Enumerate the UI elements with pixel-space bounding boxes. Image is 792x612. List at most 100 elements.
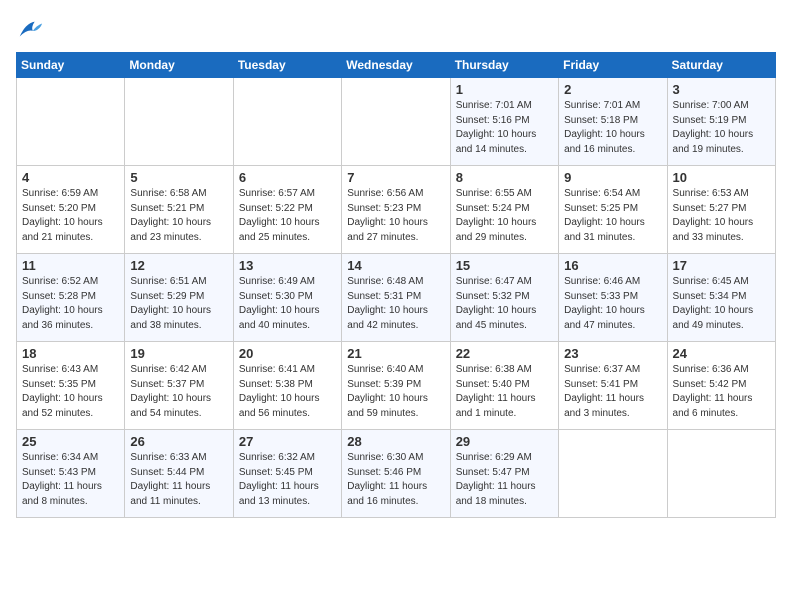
day-info: Sunrise: 6:54 AM Sunset: 5:25 PM Dayligh… — [564, 187, 661, 245]
calendar-cell: 1 Sunrise: 7:01 AM Sunset: 5:16 PM Daylig… — [450, 78, 558, 166]
weekday-header: Monday — [125, 53, 233, 78]
day-number: 19 — [130, 346, 227, 361]
day-number: 15 — [456, 258, 553, 273]
day-info: Sunrise: 6:36 AM Sunset: 5:42 PM Dayligh… — [673, 363, 770, 421]
calendar-cell: 9 Sunrise: 6:54 AM Sunset: 5:25 PM Daylig… — [559, 166, 667, 254]
day-number: 26 — [130, 434, 227, 449]
day-info: Sunrise: 6:53 AM Sunset: 5:27 PM Dayligh… — [673, 187, 770, 245]
day-info: Sunrise: 6:32 AM Sunset: 5:45 PM Dayligh… — [239, 451, 336, 509]
page-header — [16, 16, 776, 44]
calendar-cell: 16 Sunrise: 6:46 AM Sunset: 5:33 PM Dayli… — [559, 254, 667, 342]
day-info: Sunrise: 6:37 AM Sunset: 5:41 PM Dayligh… — [564, 363, 661, 421]
day-number: 28 — [347, 434, 444, 449]
day-info: Sunrise: 6:43 AM Sunset: 5:35 PM Dayligh… — [22, 363, 119, 421]
day-number: 10 — [673, 170, 770, 185]
day-number: 3 — [673, 82, 770, 97]
calendar-cell: 23 Sunrise: 6:37 AM Sunset: 5:41 PM Dayli… — [559, 342, 667, 430]
day-info: Sunrise: 6:58 AM Sunset: 5:21 PM Dayligh… — [130, 187, 227, 245]
day-info: Sunrise: 6:48 AM Sunset: 5:31 PM Dayligh… — [347, 275, 444, 333]
day-info: Sunrise: 6:38 AM Sunset: 5:40 PM Dayligh… — [456, 363, 553, 421]
weekday-header: Tuesday — [233, 53, 341, 78]
day-info: Sunrise: 6:40 AM Sunset: 5:39 PM Dayligh… — [347, 363, 444, 421]
day-info: Sunrise: 6:47 AM Sunset: 5:32 PM Dayligh… — [456, 275, 553, 333]
calendar-cell: 27 Sunrise: 6:32 AM Sunset: 5:45 PM Dayli… — [233, 430, 341, 518]
day-info: Sunrise: 6:46 AM Sunset: 5:33 PM Dayligh… — [564, 275, 661, 333]
calendar-cell: 5 Sunrise: 6:58 AM Sunset: 5:21 PM Daylig… — [125, 166, 233, 254]
calendar-cell: 22 Sunrise: 6:38 AM Sunset: 5:40 PM Dayli… — [450, 342, 558, 430]
day-info: Sunrise: 6:30 AM Sunset: 5:46 PM Dayligh… — [347, 451, 444, 509]
calendar-cell: 24 Sunrise: 6:36 AM Sunset: 5:42 PM Dayli… — [667, 342, 775, 430]
calendar-table: SundayMondayTuesdayWednesdayThursdayFrid… — [16, 52, 776, 518]
day-number: 14 — [347, 258, 444, 273]
calendar-cell: 14 Sunrise: 6:48 AM Sunset: 5:31 PM Dayli… — [342, 254, 450, 342]
day-number: 9 — [564, 170, 661, 185]
weekday-header: Thursday — [450, 53, 558, 78]
weekday-header: Friday — [559, 53, 667, 78]
day-info: Sunrise: 7:01 AM Sunset: 5:18 PM Dayligh… — [564, 99, 661, 157]
calendar-cell: 13 Sunrise: 6:49 AM Sunset: 5:30 PM Dayli… — [233, 254, 341, 342]
day-number: 5 — [130, 170, 227, 185]
calendar-cell: 10 Sunrise: 6:53 AM Sunset: 5:27 PM Dayli… — [667, 166, 775, 254]
logo-icon — [16, 16, 44, 44]
day-info: Sunrise: 6:55 AM Sunset: 5:24 PM Dayligh… — [456, 187, 553, 245]
day-number: 2 — [564, 82, 661, 97]
day-number: 16 — [564, 258, 661, 273]
calendar-cell: 18 Sunrise: 6:43 AM Sunset: 5:35 PM Dayli… — [17, 342, 125, 430]
day-number: 12 — [130, 258, 227, 273]
weekday-header: Sunday — [17, 53, 125, 78]
calendar-cell — [233, 78, 341, 166]
day-info: Sunrise: 6:45 AM Sunset: 5:34 PM Dayligh… — [673, 275, 770, 333]
calendar-cell: 4 Sunrise: 6:59 AM Sunset: 5:20 PM Daylig… — [17, 166, 125, 254]
day-number: 13 — [239, 258, 336, 273]
day-number: 20 — [239, 346, 336, 361]
day-number: 7 — [347, 170, 444, 185]
day-number: 25 — [22, 434, 119, 449]
logo — [16, 16, 48, 44]
day-info: Sunrise: 6:56 AM Sunset: 5:23 PM Dayligh… — [347, 187, 444, 245]
calendar-cell: 2 Sunrise: 7:01 AM Sunset: 5:18 PM Daylig… — [559, 78, 667, 166]
calendar-cell: 25 Sunrise: 6:34 AM Sunset: 5:43 PM Dayli… — [17, 430, 125, 518]
day-number: 17 — [673, 258, 770, 273]
calendar-cell: 12 Sunrise: 6:51 AM Sunset: 5:29 PM Dayli… — [125, 254, 233, 342]
day-number: 22 — [456, 346, 553, 361]
day-info: Sunrise: 6:51 AM Sunset: 5:29 PM Dayligh… — [130, 275, 227, 333]
calendar-cell: 19 Sunrise: 6:42 AM Sunset: 5:37 PM Dayli… — [125, 342, 233, 430]
day-info: Sunrise: 6:59 AM Sunset: 5:20 PM Dayligh… — [22, 187, 119, 245]
day-info: Sunrise: 6:57 AM Sunset: 5:22 PM Dayligh… — [239, 187, 336, 245]
calendar-cell: 17 Sunrise: 6:45 AM Sunset: 5:34 PM Dayli… — [667, 254, 775, 342]
day-info: Sunrise: 6:34 AM Sunset: 5:43 PM Dayligh… — [22, 451, 119, 509]
day-info: Sunrise: 6:29 AM Sunset: 5:47 PM Dayligh… — [456, 451, 553, 509]
day-info: Sunrise: 6:42 AM Sunset: 5:37 PM Dayligh… — [130, 363, 227, 421]
calendar-cell — [559, 430, 667, 518]
day-number: 21 — [347, 346, 444, 361]
calendar-cell — [17, 78, 125, 166]
calendar-cell: 6 Sunrise: 6:57 AM Sunset: 5:22 PM Daylig… — [233, 166, 341, 254]
calendar-cell — [125, 78, 233, 166]
day-info: Sunrise: 6:33 AM Sunset: 5:44 PM Dayligh… — [130, 451, 227, 509]
calendar-cell: 20 Sunrise: 6:41 AM Sunset: 5:38 PM Dayli… — [233, 342, 341, 430]
calendar-cell: 3 Sunrise: 7:00 AM Sunset: 5:19 PM Daylig… — [667, 78, 775, 166]
day-number: 4 — [22, 170, 119, 185]
day-info: Sunrise: 7:01 AM Sunset: 5:16 PM Dayligh… — [456, 99, 553, 157]
day-info: Sunrise: 6:52 AM Sunset: 5:28 PM Dayligh… — [22, 275, 119, 333]
day-info: Sunrise: 7:00 AM Sunset: 5:19 PM Dayligh… — [673, 99, 770, 157]
day-number: 18 — [22, 346, 119, 361]
day-info: Sunrise: 6:49 AM Sunset: 5:30 PM Dayligh… — [239, 275, 336, 333]
calendar-cell: 15 Sunrise: 6:47 AM Sunset: 5:32 PM Dayli… — [450, 254, 558, 342]
day-number: 8 — [456, 170, 553, 185]
day-number: 11 — [22, 258, 119, 273]
calendar-cell: 28 Sunrise: 6:30 AM Sunset: 5:46 PM Dayli… — [342, 430, 450, 518]
calendar-cell: 21 Sunrise: 6:40 AM Sunset: 5:39 PM Dayli… — [342, 342, 450, 430]
day-number: 6 — [239, 170, 336, 185]
calendar-cell: 26 Sunrise: 6:33 AM Sunset: 5:44 PM Dayli… — [125, 430, 233, 518]
day-number: 27 — [239, 434, 336, 449]
day-number: 24 — [673, 346, 770, 361]
weekday-header: Wednesday — [342, 53, 450, 78]
calendar-cell — [667, 430, 775, 518]
day-info: Sunrise: 6:41 AM Sunset: 5:38 PM Dayligh… — [239, 363, 336, 421]
calendar-cell: 11 Sunrise: 6:52 AM Sunset: 5:28 PM Dayli… — [17, 254, 125, 342]
day-number: 23 — [564, 346, 661, 361]
calendar-cell: 29Sunrise: 6:29 AM Sunset: 5:47 PM Dayli… — [450, 430, 558, 518]
day-number: 1 — [456, 82, 553, 97]
calendar-cell: 7 Sunrise: 6:56 AM Sunset: 5:23 PM Daylig… — [342, 166, 450, 254]
